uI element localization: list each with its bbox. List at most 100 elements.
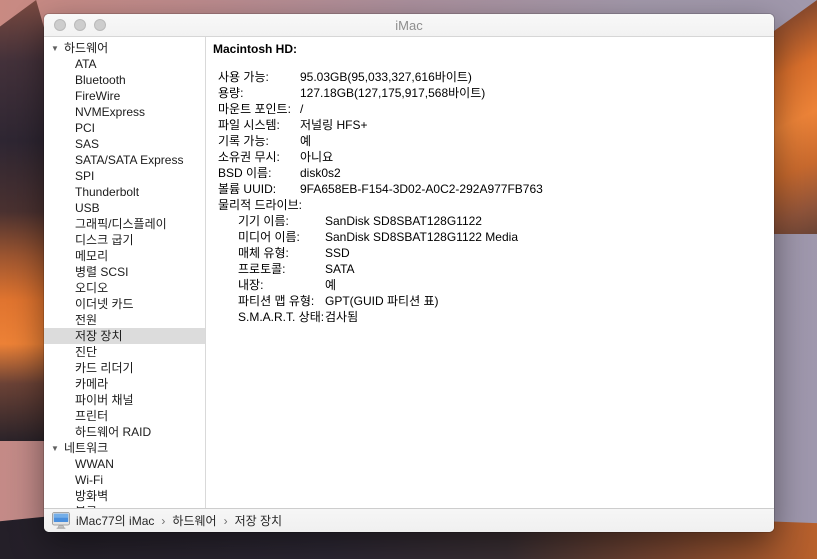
sidebar-item[interactable]: SATA/SATA Express bbox=[44, 152, 205, 168]
sidebar-item[interactable]: 카메라 bbox=[44, 376, 205, 392]
info-label: 기록 가능: bbox=[218, 133, 300, 149]
info-value: / bbox=[300, 101, 303, 117]
sidebar-item-label: 하드웨어 RAID bbox=[75, 425, 151, 439]
disclosure-triangle-icon[interactable]: ▼ bbox=[51, 441, 64, 457]
info-row: 미디어 이름:SanDisk SD8SBAT128G1122 Media bbox=[206, 229, 774, 245]
info-row: 물리적 드라이브: bbox=[206, 197, 774, 213]
sidebar-item[interactable]: ATA bbox=[44, 56, 205, 72]
info-label: 프로토콜: bbox=[238, 261, 325, 277]
sidebar-item[interactable]: 카드 리더기 bbox=[44, 360, 205, 376]
sidebar-item[interactable]: Bluetooth bbox=[44, 72, 205, 88]
sidebar-item[interactable]: 병렬 SCSI bbox=[44, 264, 205, 280]
sidebar-item-label: SATA/SATA Express bbox=[75, 153, 183, 167]
system-information-window: iMac ▼하드웨어ATABluetoothFireWireNVMExpress… bbox=[44, 14, 774, 532]
info-label: 기기 이름: bbox=[238, 213, 325, 229]
info-value: 예 bbox=[300, 133, 311, 149]
sidebar-item[interactable]: 프린터 bbox=[44, 408, 205, 424]
info-row: 내장:예 bbox=[206, 277, 774, 293]
sidebar-item-label: 병렬 SCSI bbox=[75, 265, 128, 279]
breadcrumb-item: 하드웨어 bbox=[172, 512, 216, 529]
breadcrumb-item: 저장 장치 bbox=[235, 512, 283, 529]
disclosure-triangle-icon[interactable]: ▼ bbox=[51, 41, 64, 57]
info-row: 볼륨 UUID:9FA658EB-F154-3D02-A0C2-292A977F… bbox=[206, 181, 774, 197]
sidebar-item-label: SPI bbox=[75, 169, 94, 183]
info-row: S.M.A.R.T. 상태:검사됨 bbox=[206, 309, 774, 325]
sidebar-item[interactable]: 오디오 bbox=[44, 280, 205, 296]
sidebar-item[interactable]: SPI bbox=[44, 168, 205, 184]
sidebar-item-label: 네트워크 bbox=[64, 441, 108, 455]
info-label: 매체 유형: bbox=[238, 245, 325, 261]
titlebar[interactable]: iMac bbox=[44, 14, 774, 37]
info-label: 용량: bbox=[218, 85, 300, 101]
sidebar-item-label: SAS bbox=[75, 137, 99, 151]
sidebar-item-label: 방화벽 bbox=[75, 489, 108, 503]
info-label: 볼륨 UUID: bbox=[218, 181, 300, 197]
info-label: 미디어 이름: bbox=[238, 229, 325, 245]
info-value: 예 bbox=[325, 277, 336, 293]
sidebar-item[interactable]: FireWire bbox=[44, 88, 205, 104]
sidebar-item-label: ATA bbox=[75, 57, 97, 71]
sidebar-item[interactable]: NVMExpress bbox=[44, 104, 205, 120]
sidebar-item-label: FireWire bbox=[75, 89, 120, 103]
sidebar-item[interactable]: 디스크 굽기 bbox=[44, 232, 205, 248]
sidebar-item[interactable]: Wi-Fi bbox=[44, 472, 205, 488]
sidebar-item[interactable]: 전원 bbox=[44, 312, 205, 328]
sidebar-item-label: 디스크 굽기 bbox=[75, 233, 134, 247]
info-row: 용량:127.18GB(127,175,917,568바이트) bbox=[206, 85, 774, 101]
sidebar-item[interactable]: 저장 장치 bbox=[44, 328, 205, 344]
sidebar-item[interactable]: PCI bbox=[44, 120, 205, 136]
sidebar-item[interactable]: WWAN bbox=[44, 456, 205, 472]
sidebar-item-label: 그래픽/디스플레이 bbox=[75, 217, 167, 231]
info-value: disk0s2 bbox=[300, 165, 341, 181]
sidebar-item-label: 카드 리더기 bbox=[75, 361, 134, 375]
info-value: SanDisk SD8SBAT128G1122 Media bbox=[325, 229, 518, 245]
sidebar-item[interactable]: 메모리 bbox=[44, 248, 205, 264]
info-value: GPT(GUID 파티션 표) bbox=[325, 293, 439, 309]
content-area: ▼하드웨어ATABluetoothFireWireNVMExpressPCISA… bbox=[44, 37, 774, 508]
sidebar-item[interactable]: 방화벽 bbox=[44, 488, 205, 504]
info-label: 마운트 포인트: bbox=[218, 101, 300, 117]
info-label: 파티션 맵 유형: bbox=[238, 293, 325, 309]
sidebar-item-label: 프린터 bbox=[75, 409, 108, 423]
breadcrumb-separator: › bbox=[161, 514, 165, 528]
sidebar-item[interactable]: Thunderbolt bbox=[44, 184, 205, 200]
sidebar-item[interactable]: ▼네트워크 bbox=[44, 440, 205, 456]
info-row: 기기 이름:SanDisk SD8SBAT128G1122 bbox=[206, 213, 774, 229]
info-row: 마운트 포인트:/ bbox=[206, 101, 774, 117]
info-label: BSD 이름: bbox=[218, 165, 300, 181]
sidebar-item[interactable]: 진단 bbox=[44, 344, 205, 360]
sidebar-item[interactable]: 이더넷 카드 bbox=[44, 296, 205, 312]
info-row: 기록 가능:예 bbox=[206, 133, 774, 149]
info-row: 파일 시스템:저널링 HFS+ bbox=[206, 117, 774, 133]
info-value: 9FA658EB-F154-3D02-A0C2-292A977FB763 bbox=[300, 181, 543, 197]
detail-panel: Macintosh HD: 사용 가능:95.03GB(95,033,327,6… bbox=[206, 37, 774, 508]
sidebar-item[interactable]: ▼하드웨어 bbox=[44, 40, 205, 56]
info-value: SATA bbox=[325, 261, 355, 277]
info-label: S.M.A.R.T. 상태: bbox=[238, 309, 325, 325]
sidebar-item-label: NVMExpress bbox=[75, 105, 145, 119]
info-value: 아니요 bbox=[300, 149, 333, 165]
sidebar-item[interactable]: 하드웨어 RAID bbox=[44, 424, 205, 440]
info-label: 파일 시스템: bbox=[218, 117, 300, 133]
sidebar-item-label: 전원 bbox=[75, 313, 97, 327]
sidebar-item-label: USB bbox=[75, 201, 100, 215]
volume-title: Macintosh HD: bbox=[213, 41, 774, 57]
sidebar-item-label: 메모리 bbox=[75, 249, 108, 263]
info-rows: 사용 가능:95.03GB(95,033,327,616바이트)용량:127.1… bbox=[206, 69, 774, 325]
breadcrumb-separator: › bbox=[224, 514, 228, 528]
info-label: 사용 가능: bbox=[218, 69, 300, 85]
info-value: 127.18GB(127,175,917,568바이트) bbox=[300, 85, 485, 101]
info-label: 물리적 드라이브: bbox=[218, 197, 302, 213]
sidebar-item-label: 이더넷 카드 bbox=[75, 297, 134, 311]
info-row: 프로토콜:SATA bbox=[206, 261, 774, 277]
sidebar-item[interactable]: SAS bbox=[44, 136, 205, 152]
info-label: 내장: bbox=[238, 277, 325, 293]
breadcrumb-item: iMac77의 iMac bbox=[76, 512, 154, 529]
sidebar-item-label: 하드웨어 bbox=[64, 41, 108, 55]
sidebar[interactable]: ▼하드웨어ATABluetoothFireWireNVMExpressPCISA… bbox=[44, 37, 206, 508]
sidebar-item-label: 파이버 채널 bbox=[75, 393, 134, 407]
sidebar-item-label: WWAN bbox=[75, 457, 114, 471]
sidebar-item[interactable]: 파이버 채널 bbox=[44, 392, 205, 408]
sidebar-item[interactable]: 그래픽/디스플레이 bbox=[44, 216, 205, 232]
sidebar-item[interactable]: USB bbox=[44, 200, 205, 216]
